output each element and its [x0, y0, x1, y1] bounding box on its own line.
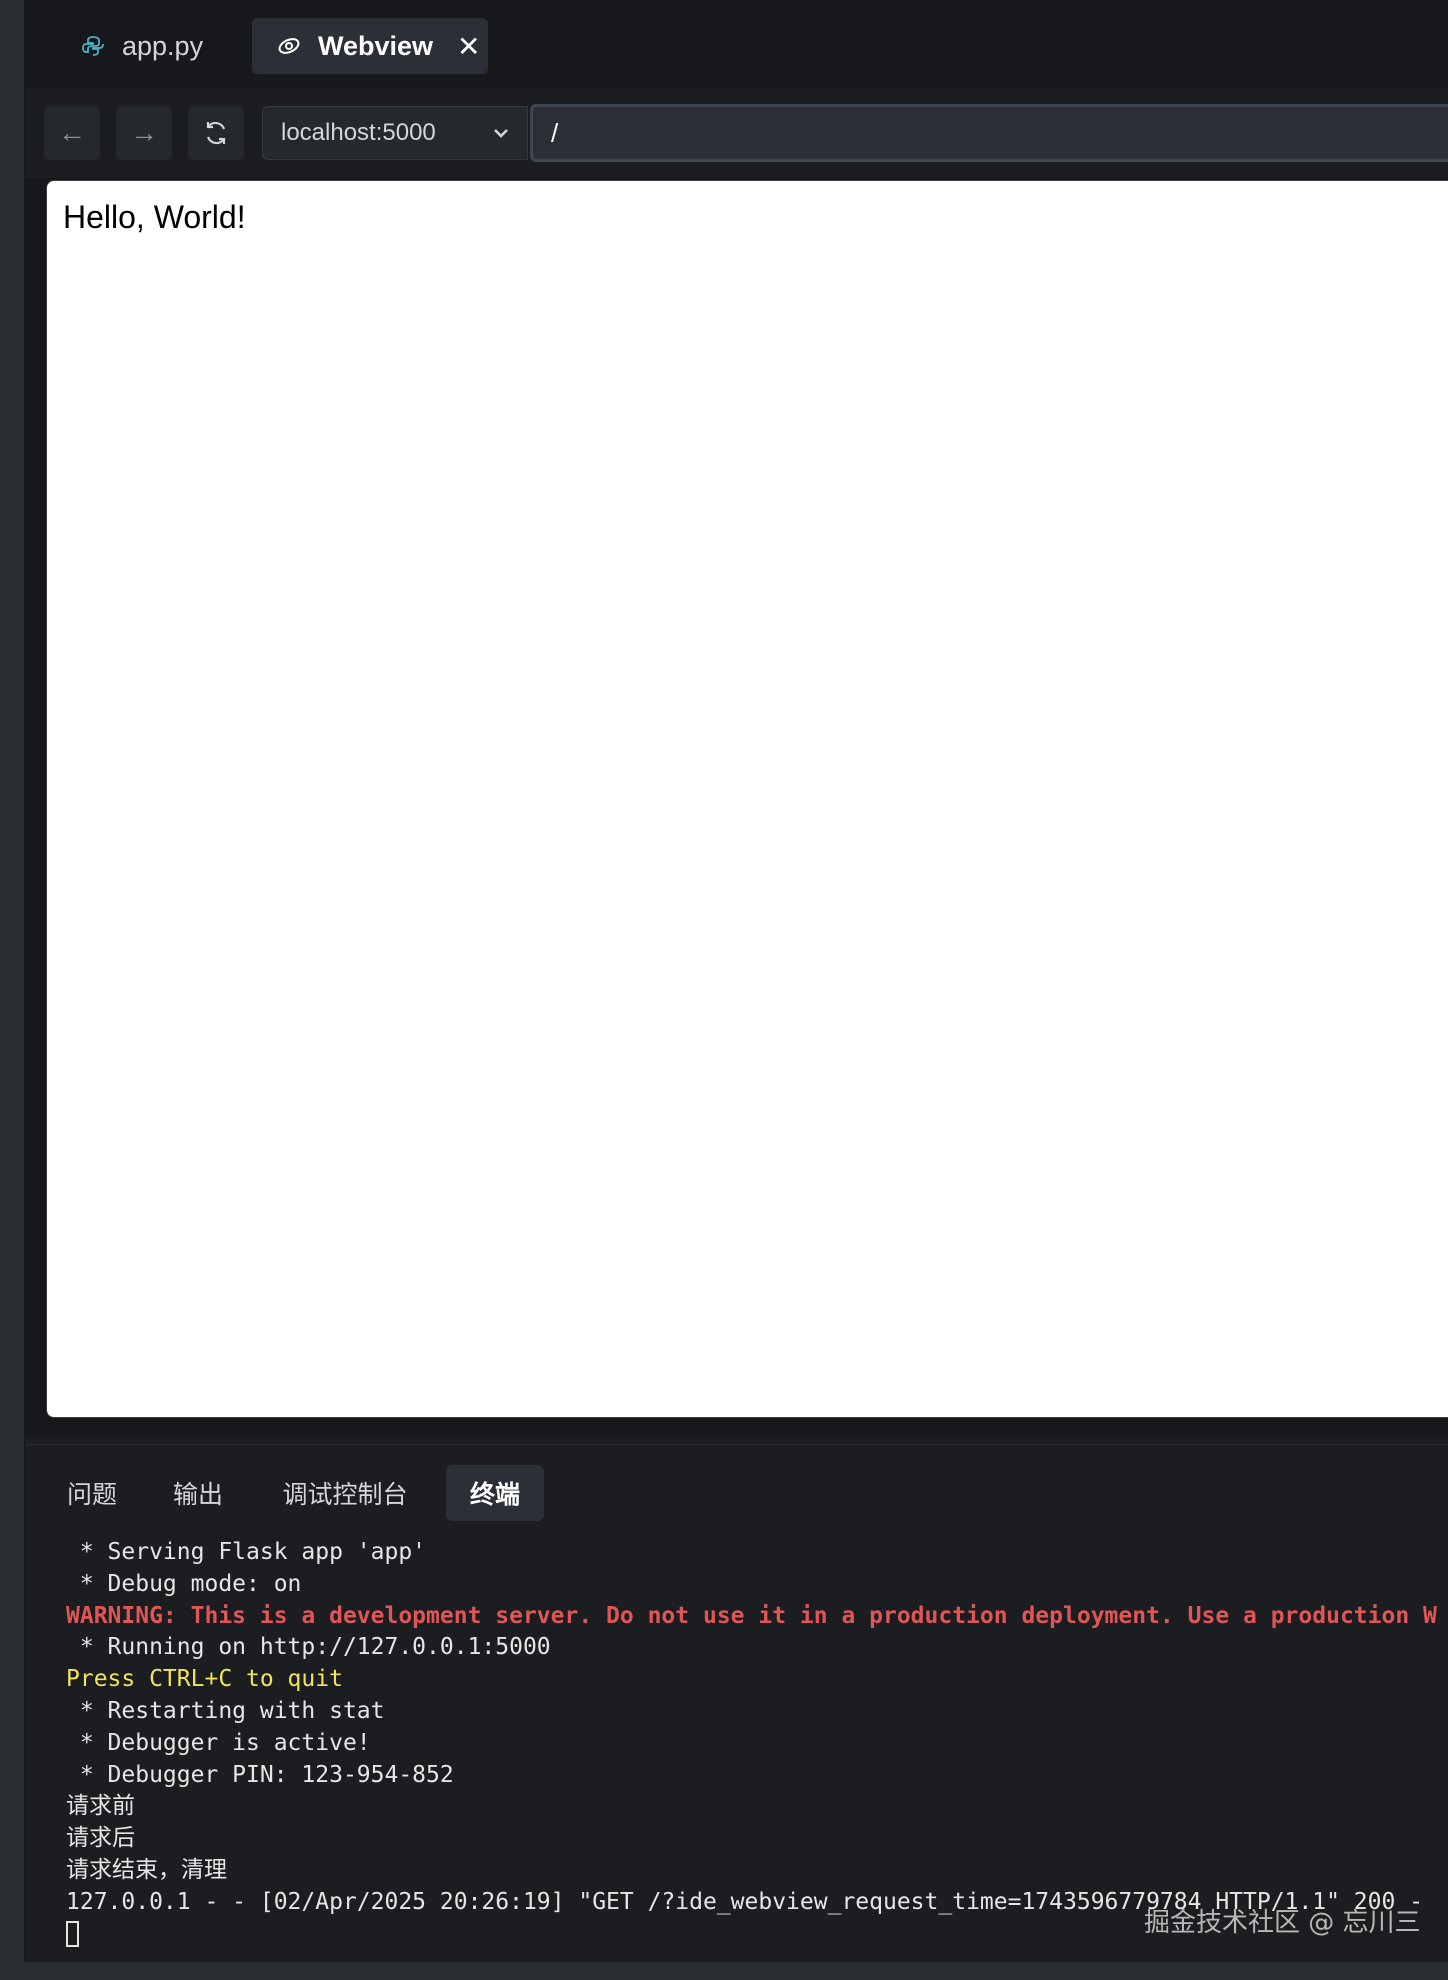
bottom-strip: [0, 1962, 1448, 1980]
left-activity-strip: [0, 0, 25, 1980]
reload-icon: [206, 121, 226, 145]
tab-label: app.py: [122, 30, 204, 61]
tab-terminal[interactable]: 终端: [446, 1465, 544, 1521]
arrow-left-icon: ←: [58, 117, 86, 148]
editor-tab-bar: app.py Webview ✕: [26, 0, 1448, 89]
forward-button[interactable]: →: [116, 106, 172, 160]
terminal-cursor: [66, 1921, 79, 1948]
tab-app-py[interactable]: app.py: [56, 18, 236, 74]
host-value: localhost:5000: [281, 119, 436, 146]
terminal-line: * Restarting with stat: [66, 1697, 385, 1724]
host-select[interactable]: localhost:5000: [262, 106, 528, 160]
terminal-line: Press CTRL+C to quit: [66, 1666, 343, 1693]
reload-button[interactable]: [188, 106, 244, 160]
webview-frame[interactable]: Hello, World!: [46, 180, 1448, 1418]
terminal-line: WARNING: This is a development server. D…: [66, 1602, 1437, 1629]
python-icon: [80, 33, 106, 59]
chevron-down-icon: [494, 129, 508, 138]
terminal-line: * Debug mode: on: [66, 1570, 302, 1597]
path-input[interactable]: /: [530, 104, 1448, 162]
terminal-line: 请求结束，清理: [66, 1856, 227, 1883]
close-icon[interactable]: ✕: [457, 30, 480, 63]
arrow-right-icon: →: [130, 117, 158, 148]
tab-output[interactable]: 输出: [162, 1465, 234, 1521]
terminal-line: * Running on http://127.0.0.1:5000: [66, 1634, 551, 1661]
webview-toolbar: ← → localhost:5000 /: [26, 88, 1448, 178]
bottom-panel: 问题 输出 调试控制台 终端 * Serving Flask app 'app'…: [26, 1444, 1448, 1965]
terminal-line: * Debugger is active!: [66, 1729, 371, 1756]
watermark: 掘金技术社区 @ 忘川三: [1144, 1908, 1421, 1938]
tab-webview[interactable]: Webview ✕: [252, 18, 488, 74]
webview-icon: [276, 33, 302, 59]
terminal-line: * Debugger PIN: 123-954-852: [66, 1761, 454, 1788]
tab-debug-console[interactable]: 调试控制台: [270, 1465, 420, 1521]
tab-problems[interactable]: 问题: [56, 1465, 128, 1521]
webview-content: Hello, World!: [63, 199, 246, 235]
back-button[interactable]: ←: [44, 106, 100, 160]
tab-label: Webview: [318, 30, 434, 61]
terminal-line: 请求后: [66, 1825, 135, 1852]
terminal-line: * Serving Flask app 'app': [66, 1539, 427, 1565]
terminal-line: 请求前: [66, 1793, 135, 1820]
editor-area: app.py Webview ✕ ← → localhost:5000 / He…: [26, 0, 1448, 1436]
terminal-output[interactable]: * Serving Flask app 'app' * Debug mode: …: [66, 1537, 1448, 1957]
